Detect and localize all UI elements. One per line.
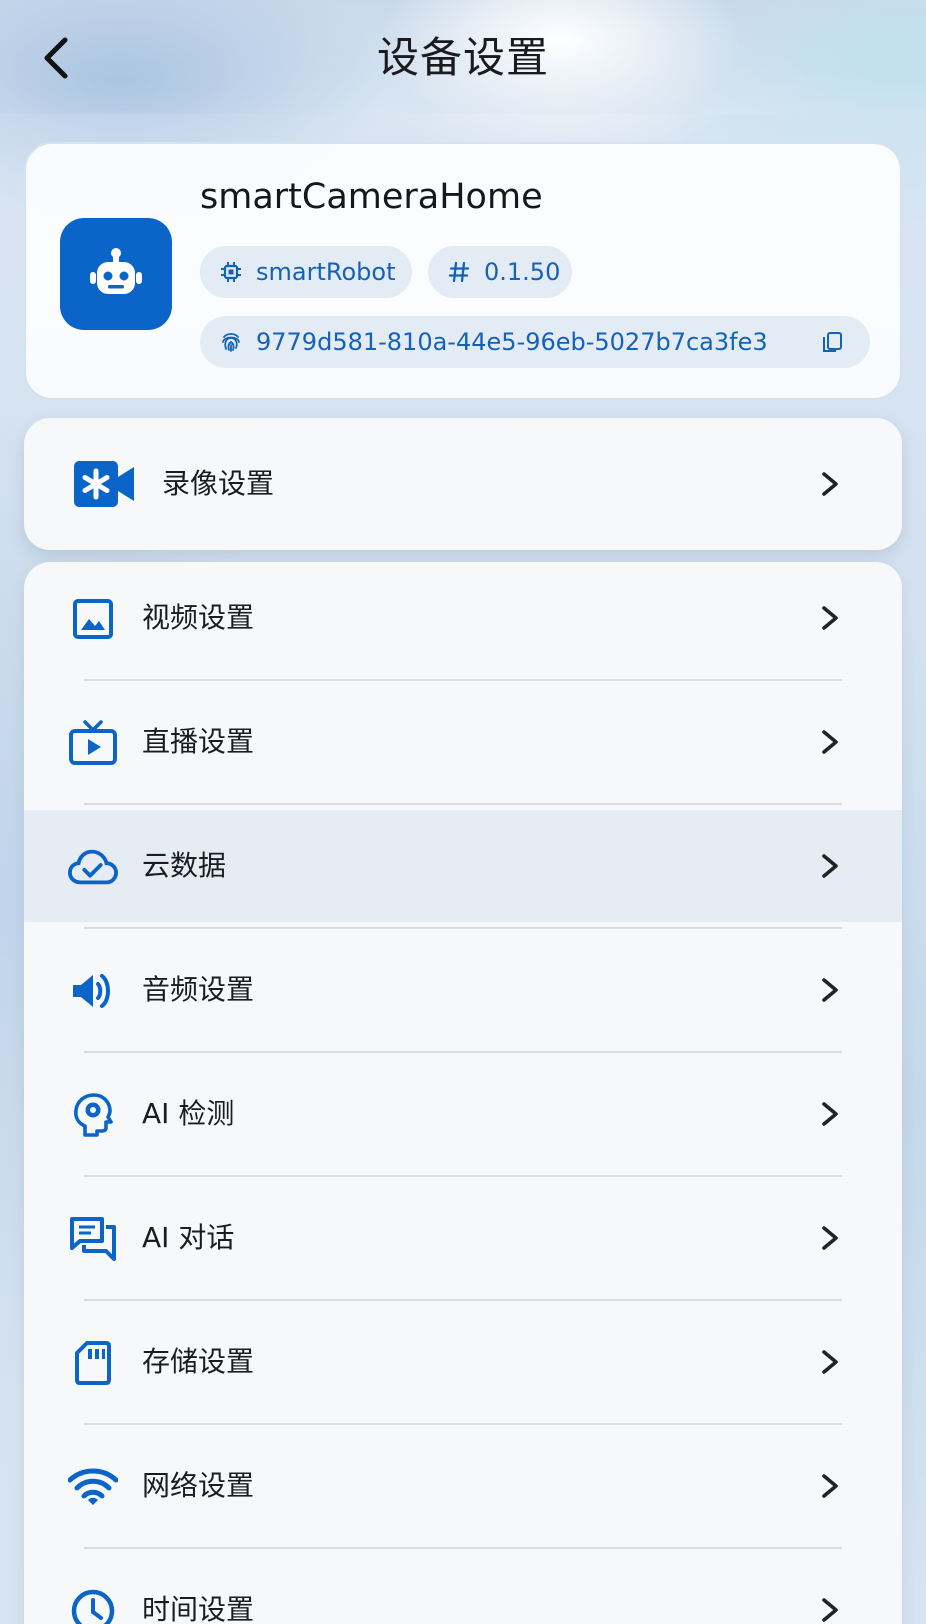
settings-item-label: 网络设置 bbox=[142, 1469, 255, 1502]
settings-list-card: 视频设置 直播设置 云数据 音频设置 AI 检测 AI 对话 存储设置 网络设置… bbox=[24, 562, 902, 1624]
settings-item-label: 直播设置 bbox=[142, 725, 255, 758]
device-id: 9779d581-810a-44e5-96eb-5027b7ca3fe3 bbox=[256, 328, 768, 356]
chevron-right-icon bbox=[822, 978, 838, 1002]
settings-item-label: 云数据 bbox=[142, 849, 227, 882]
sd-card-icon bbox=[68, 1338, 118, 1388]
device-id-chip: 9779d581-810a-44e5-96eb-5027b7ca3fe3 bbox=[200, 316, 870, 368]
robot-icon bbox=[90, 248, 142, 294]
divider bbox=[84, 803, 842, 805]
settings-item-storage[interactable]: 存储设置 bbox=[24, 1306, 902, 1418]
settings-item-label: 录像设置 bbox=[162, 467, 275, 500]
settings-item-ai-detect[interactable]: AI 检测 bbox=[24, 1058, 902, 1170]
chevron-right-icon bbox=[822, 1102, 838, 1126]
device-version-chip: 0.1.50 bbox=[428, 246, 572, 298]
clock-icon bbox=[68, 1586, 118, 1624]
record-settings-card: 录像设置 bbox=[24, 418, 902, 550]
chat-icon bbox=[68, 1214, 118, 1264]
device-model-chip: smartRobot bbox=[200, 246, 412, 298]
settings-item-ai-chat[interactable]: AI 对话 bbox=[24, 1182, 902, 1294]
settings-item-label: 时间设置 bbox=[142, 1593, 255, 1624]
settings-item-live[interactable]: 直播设置 bbox=[24, 686, 902, 798]
chevron-right-icon bbox=[822, 472, 838, 496]
device-avatar bbox=[60, 218, 172, 330]
psychology-icon bbox=[68, 1090, 118, 1140]
chevron-right-icon bbox=[822, 854, 838, 878]
hash-icon bbox=[448, 261, 470, 283]
screen: 设备设置 smartCameraHome smartRobot 0.1.50 9… bbox=[0, 0, 926, 1624]
divider bbox=[84, 1175, 842, 1177]
settings-item-label: AI 检测 bbox=[142, 1097, 235, 1130]
speaker-icon bbox=[68, 966, 118, 1016]
chevron-right-icon bbox=[822, 1474, 838, 1498]
chevron-right-icon bbox=[822, 1598, 838, 1622]
device-version: 0.1.50 bbox=[484, 258, 561, 286]
settings-item-label: 音频设置 bbox=[142, 973, 255, 1006]
settings-item-cloud[interactable]: 云数据 bbox=[24, 810, 902, 922]
chevron-right-icon bbox=[822, 606, 838, 630]
settings-item-video[interactable]: 视频设置 bbox=[24, 562, 902, 674]
divider bbox=[84, 1299, 842, 1301]
fingerprint-icon bbox=[220, 331, 242, 353]
divider bbox=[84, 679, 842, 681]
chevron-right-icon bbox=[822, 1226, 838, 1250]
cloud-done-icon bbox=[68, 842, 118, 892]
device-name: smartCameraHome bbox=[200, 177, 543, 217]
settings-item-network[interactable]: 网络设置 bbox=[24, 1430, 902, 1542]
chip-icon bbox=[220, 261, 242, 283]
live-tv-icon bbox=[68, 718, 118, 768]
copy-icon bbox=[823, 332, 842, 352]
device-info-card: smartCameraHome smartRobot 0.1.50 9779d5… bbox=[24, 142, 902, 400]
video-camera-icon bbox=[74, 454, 136, 514]
divider bbox=[84, 927, 842, 929]
divider bbox=[84, 1051, 842, 1053]
settings-item-time[interactable]: 时间设置 bbox=[24, 1554, 902, 1624]
page-title: 设备设置 bbox=[376, 33, 549, 82]
chevron-right-icon bbox=[822, 730, 838, 754]
settings-item-label: 存储设置 bbox=[142, 1345, 255, 1378]
copy-id-button[interactable] bbox=[820, 330, 844, 354]
image-icon bbox=[68, 594, 118, 644]
settings-item-record[interactable]: 录像设置 bbox=[24, 428, 902, 540]
settings-item-label: AI 对话 bbox=[142, 1221, 235, 1254]
divider bbox=[84, 1547, 842, 1549]
settings-item-audio[interactable]: 音频设置 bbox=[24, 934, 902, 1046]
device-model: smartRobot bbox=[256, 258, 396, 286]
chevron-right-icon bbox=[822, 1350, 838, 1374]
divider bbox=[84, 1423, 842, 1425]
settings-item-label: 视频设置 bbox=[142, 601, 255, 634]
header: 设备设置 bbox=[0, 0, 926, 114]
wifi-icon bbox=[68, 1462, 118, 1512]
